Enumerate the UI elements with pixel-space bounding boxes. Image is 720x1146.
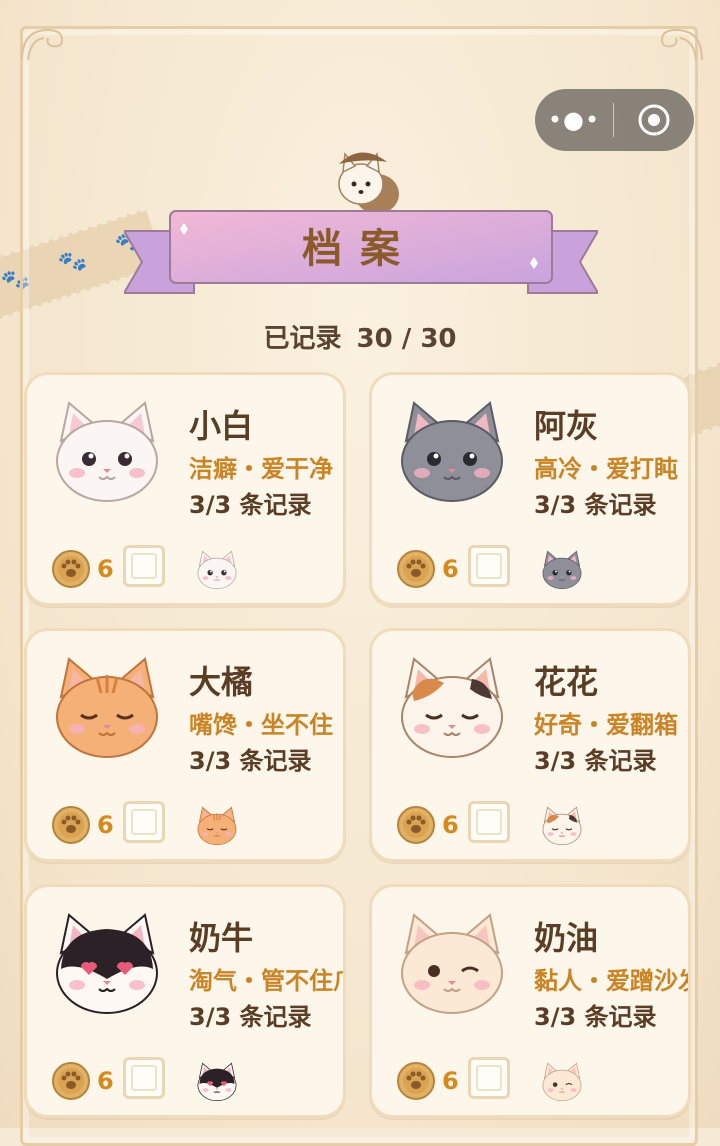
cat-name: 奶油 — [534, 919, 599, 957]
cream-cat-face-icon — [392, 909, 512, 1019]
cat-traits: 高冷・爱打盹 — [534, 455, 678, 483]
cat-name: 花花 — [534, 663, 599, 701]
mini-tuxedo-cat-face-icon — [193, 1061, 241, 1103]
cat-records: 3/3 条记录 — [534, 747, 657, 775]
coin-count: 6 — [442, 555, 459, 583]
mini-calico-cat-face-icon — [538, 805, 586, 847]
cat-records: 3/3 条记录 — [189, 1003, 312, 1031]
white-cat-face-icon — [47, 397, 167, 507]
frame-ornament-icon — [21, 28, 64, 61]
paw-coin-icon — [396, 805, 436, 845]
item-slot[interactable] — [468, 801, 510, 843]
cat-traits: 淘气・管不住爪 — [189, 967, 346, 995]
mini-white-cat-face-icon — [193, 549, 241, 591]
cat-name: 小白 — [189, 407, 254, 445]
coin-count: 6 — [97, 555, 114, 583]
cat-records: 3/3 条记录 — [534, 1003, 657, 1031]
target-circle-icon — [638, 104, 670, 136]
item-slot[interactable] — [123, 545, 165, 587]
paw-coin-icon — [51, 1061, 91, 1101]
cat-profile-card[interactable]: 花花 好奇・爱翻箱 3/3 条记录 6 — [369, 628, 691, 862]
cat-profile-card[interactable]: 阿灰 高冷・爱打盹 3/3 条记录 6 — [369, 372, 691, 606]
recorded-count: 已记录 30 / 30 — [0, 318, 720, 355]
coin-count: 6 — [442, 1067, 459, 1095]
recorded-label: 已记录 — [263, 324, 342, 354]
cat-records: 3/3 条记录 — [189, 747, 312, 775]
cat-profile-card[interactable]: 小白 洁癖・爱干净 3/3 条记录 6 — [24, 372, 346, 606]
item-slot[interactable] — [468, 545, 510, 587]
recorded-value: 30 / 30 — [356, 324, 457, 354]
coin-count: 6 — [97, 811, 114, 839]
cat-traits: 黏人・爱蹭沙发 — [534, 967, 691, 995]
cat-name: 大橘 — [189, 663, 254, 701]
cat-name: 阿灰 — [534, 407, 599, 445]
page-title: 档案 — [302, 226, 418, 272]
calico-cat-face-icon — [392, 653, 512, 763]
cat-name: 奶牛 — [189, 919, 254, 957]
cat-profile-card[interactable]: 大橘 嘴馋・坐不住 3/3 条记录 6 — [24, 628, 346, 862]
mini-orange-tabby-cat-face-icon — [193, 805, 241, 847]
cat-records: 3/3 条记录 — [189, 491, 312, 519]
coin-count: 6 — [97, 1067, 114, 1095]
orange-tabby-cat-face-icon — [47, 653, 167, 763]
more-dots-icon[interactable]: •●• — [535, 106, 613, 134]
paw-coin-icon — [51, 805, 91, 845]
item-slot[interactable] — [123, 801, 165, 843]
mini-gray-cat-face-icon — [538, 549, 586, 591]
paw-coin-icon — [51, 549, 91, 589]
item-slot[interactable] — [123, 1057, 165, 1099]
cat-records: 3/3 条记录 — [534, 491, 657, 519]
paw-coin-icon — [396, 549, 436, 589]
cat-profile-card[interactable]: 奶油 黏人・爱蹭沙发 3/3 条记录 6 — [369, 884, 691, 1118]
cat-traits: 好奇・爱翻箱 — [534, 711, 678, 739]
tuxedo-cat-face-icon — [47, 909, 167, 1019]
coin-count: 6 — [442, 811, 459, 839]
cat-traits: 洁癖・爱干净 — [189, 455, 333, 483]
gray-cat-face-icon — [392, 397, 512, 507]
item-slot[interactable] — [468, 1057, 510, 1099]
close-target-button[interactable] — [614, 103, 694, 137]
cat-profile-card[interactable]: 奶牛 淘气・管不住爪 3/3 条记录 6 — [24, 884, 346, 1118]
cat-traits: 嘴馋・坐不住 — [189, 711, 333, 739]
frame-ornament-icon — [660, 28, 703, 61]
paw-coin-icon — [396, 1061, 436, 1101]
miniprogram-capsule: •●• — [535, 89, 694, 151]
mini-cream-cat-face-icon — [538, 1061, 586, 1103]
